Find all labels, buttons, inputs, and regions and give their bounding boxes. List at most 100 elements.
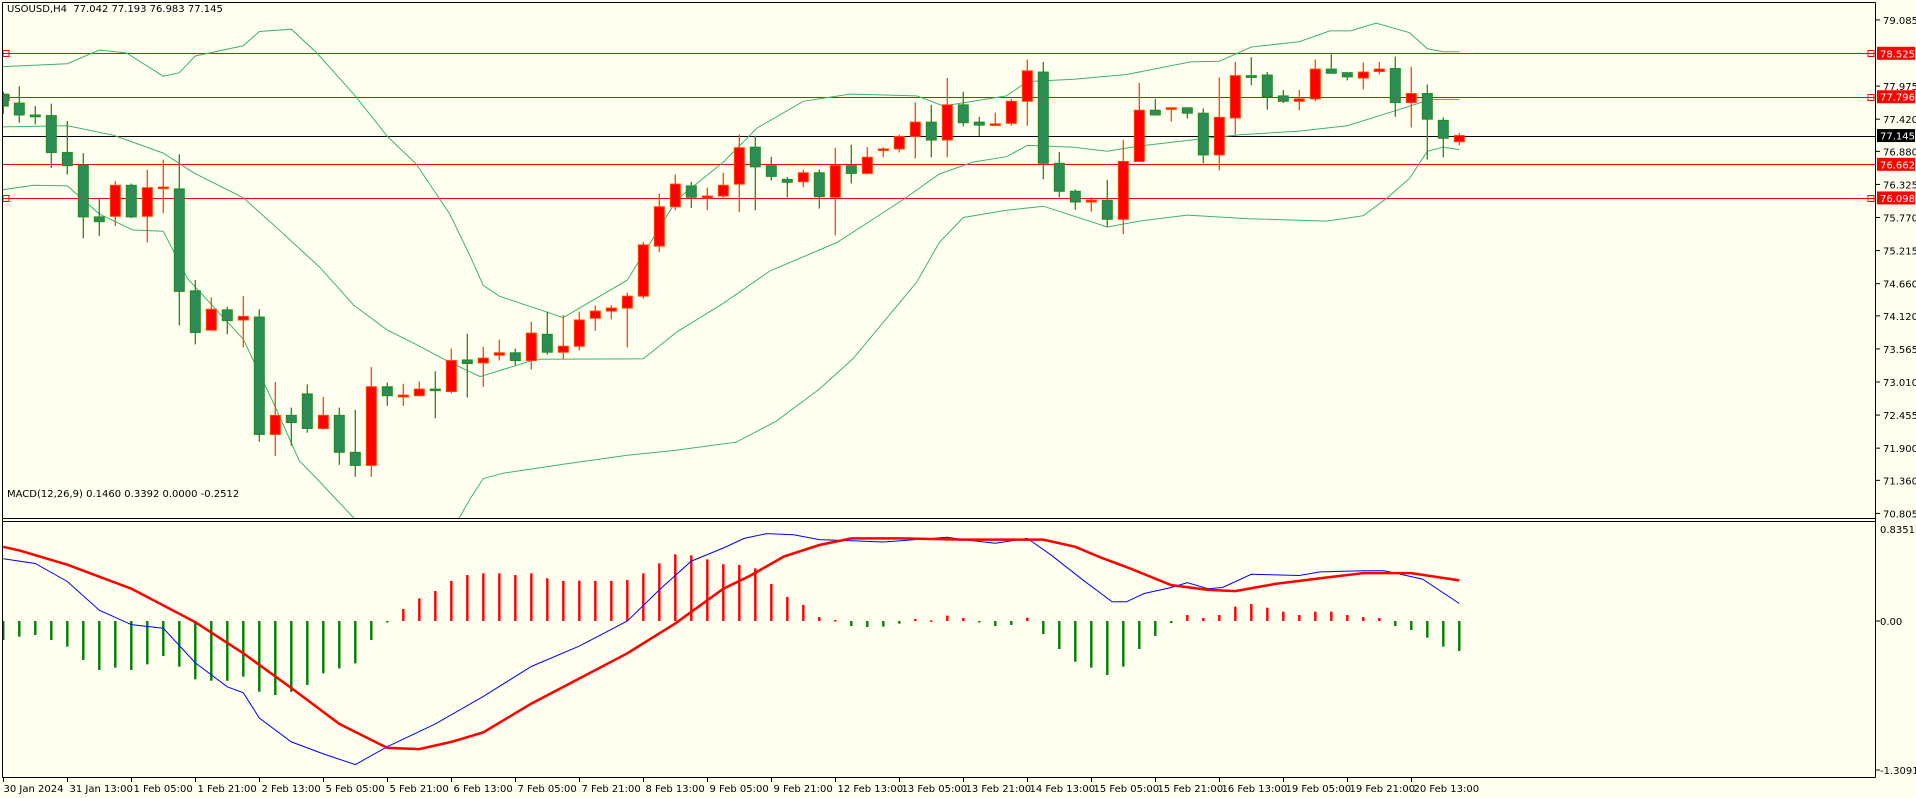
macd-histogram-bar bbox=[978, 621, 981, 623]
time-tick-label: 13 Feb 21:00 bbox=[966, 784, 1032, 795]
macd-histogram-bar bbox=[322, 621, 325, 674]
macd-histogram-bar bbox=[994, 621, 997, 627]
macd-histogram-bar bbox=[930, 620, 933, 622]
price-tick-label: 72.455 bbox=[1883, 411, 1916, 422]
candle-body bbox=[797, 172, 809, 183]
candle-body bbox=[253, 316, 265, 435]
macd-histogram-bar bbox=[1250, 604, 1253, 621]
candle-body bbox=[1085, 199, 1097, 203]
macd-histogram-bar bbox=[162, 621, 165, 656]
time-tick-label: 30 Jan 2024 bbox=[4, 784, 64, 795]
macd-histogram-bar bbox=[626, 579, 629, 621]
macd-histogram-bar bbox=[882, 621, 885, 627]
macd-histogram-bar bbox=[962, 618, 965, 621]
price-tick-label: 76.880 bbox=[1883, 147, 1916, 158]
macd-tick-label: 0.8351 bbox=[1880, 525, 1915, 536]
macd-histogram-bar bbox=[914, 618, 917, 621]
candle-body bbox=[381, 386, 393, 397]
candle-body bbox=[1149, 109, 1161, 116]
macd-histogram-bar bbox=[770, 584, 773, 621]
candle-body bbox=[1101, 199, 1113, 220]
macd-histogram-bar bbox=[1202, 618, 1205, 621]
macd-histogram-bar bbox=[146, 621, 149, 665]
candle-body bbox=[493, 352, 505, 356]
macd-histogram-bar bbox=[1090, 621, 1093, 668]
time-tick-label: 7 Feb 21:00 bbox=[582, 784, 641, 795]
candle-body bbox=[29, 114, 41, 118]
macd-histogram-bar bbox=[482, 573, 485, 621]
time-tick-label: 20 Feb 13:00 bbox=[1414, 784, 1480, 795]
macd-histogram-bar bbox=[130, 621, 133, 670]
time-tick-label: 15 Feb 05:00 bbox=[1094, 784, 1160, 795]
macd-histogram-bar bbox=[386, 621, 389, 623]
candle-body bbox=[413, 388, 425, 397]
macd-histogram-bar bbox=[1458, 621, 1461, 652]
price-tick-label: 70.805 bbox=[1883, 509, 1916, 520]
candle-body bbox=[93, 216, 105, 223]
candle-body bbox=[1117, 160, 1129, 220]
price-tick-label: 73.565 bbox=[1883, 345, 1916, 356]
candle-body bbox=[1069, 190, 1081, 203]
candle-body bbox=[1213, 116, 1225, 156]
macd-histogram-bar bbox=[1314, 611, 1317, 621]
macd-histogram-bar bbox=[850, 621, 853, 627]
candle-body bbox=[221, 309, 233, 322]
candle-body bbox=[1261, 74, 1273, 98]
candle-body bbox=[13, 102, 25, 116]
macd-tick-label: -1.3091 bbox=[1880, 766, 1916, 777]
level-price-label: 76.098 bbox=[1880, 194, 1915, 205]
candle-body bbox=[637, 244, 649, 297]
candle-body bbox=[1437, 119, 1449, 139]
time-tick-label: 15 Feb 21:00 bbox=[1158, 784, 1224, 795]
candle-body bbox=[589, 310, 601, 319]
candle-body bbox=[1293, 98, 1305, 102]
macd-values: 0.1460 0.3392 0.0000 -0.2512 bbox=[86, 489, 240, 500]
macd-histogram-bar bbox=[1346, 615, 1349, 621]
macd-histogram-bar bbox=[402, 609, 405, 621]
trading-chart[interactable]: 79.08577.97577.42076.88076.32575.77075.2… bbox=[0, 0, 1916, 798]
candle-body bbox=[1341, 72, 1353, 78]
price-tick-label: 71.360 bbox=[1883, 476, 1916, 487]
candle-body bbox=[461, 359, 473, 365]
candle-body bbox=[285, 414, 297, 424]
time-tick-label: 2 Feb 13:00 bbox=[262, 784, 321, 795]
candle bbox=[125, 183, 137, 219]
candle-body bbox=[1325, 68, 1337, 74]
macd-tick-label: 0.00 bbox=[1880, 617, 1902, 628]
candle-body bbox=[781, 178, 793, 183]
macd-histogram-bar bbox=[1298, 615, 1301, 621]
candle-body bbox=[1197, 112, 1209, 156]
price-tick-label: 71.900 bbox=[1883, 444, 1916, 455]
macd-histogram-bar bbox=[674, 554, 677, 621]
candle bbox=[1037, 61, 1049, 180]
macd-histogram-bar bbox=[642, 573, 645, 621]
candle-body bbox=[205, 308, 217, 331]
macd-histogram-bar bbox=[450, 581, 453, 621]
candle-body bbox=[1021, 70, 1033, 102]
candle-body bbox=[1037, 71, 1049, 164]
macd-histogram-bar bbox=[114, 621, 117, 668]
price-tick-label: 75.770 bbox=[1883, 213, 1916, 224]
macd-histogram-bar bbox=[866, 621, 869, 627]
macd-histogram-bar bbox=[1234, 606, 1237, 621]
candle-body bbox=[509, 352, 521, 362]
candle-body bbox=[109, 184, 121, 217]
macd-histogram-bar bbox=[1026, 617, 1029, 621]
candle-body bbox=[525, 332, 537, 362]
candle-body bbox=[909, 121, 921, 137]
time-tick-label: 8 Feb 13:00 bbox=[646, 784, 705, 795]
time-tick-label: 1 Feb 21:00 bbox=[198, 784, 257, 795]
macd-histogram-bar bbox=[1442, 621, 1445, 647]
macd-histogram-bar bbox=[594, 581, 597, 621]
candle-body bbox=[1181, 107, 1193, 114]
macd-histogram-bar bbox=[514, 575, 517, 621]
macd-histogram-bar bbox=[738, 564, 741, 621]
macd-histogram-bar bbox=[306, 621, 309, 686]
macd-histogram-bar bbox=[18, 621, 21, 637]
candle-body bbox=[941, 104, 953, 141]
candle-body bbox=[925, 121, 937, 141]
macd-histogram-bar bbox=[1042, 621, 1045, 635]
macd-histogram-bar bbox=[834, 620, 837, 622]
price-tick-label: 75.215 bbox=[1883, 247, 1916, 258]
macd-histogram-bar bbox=[1362, 617, 1365, 621]
